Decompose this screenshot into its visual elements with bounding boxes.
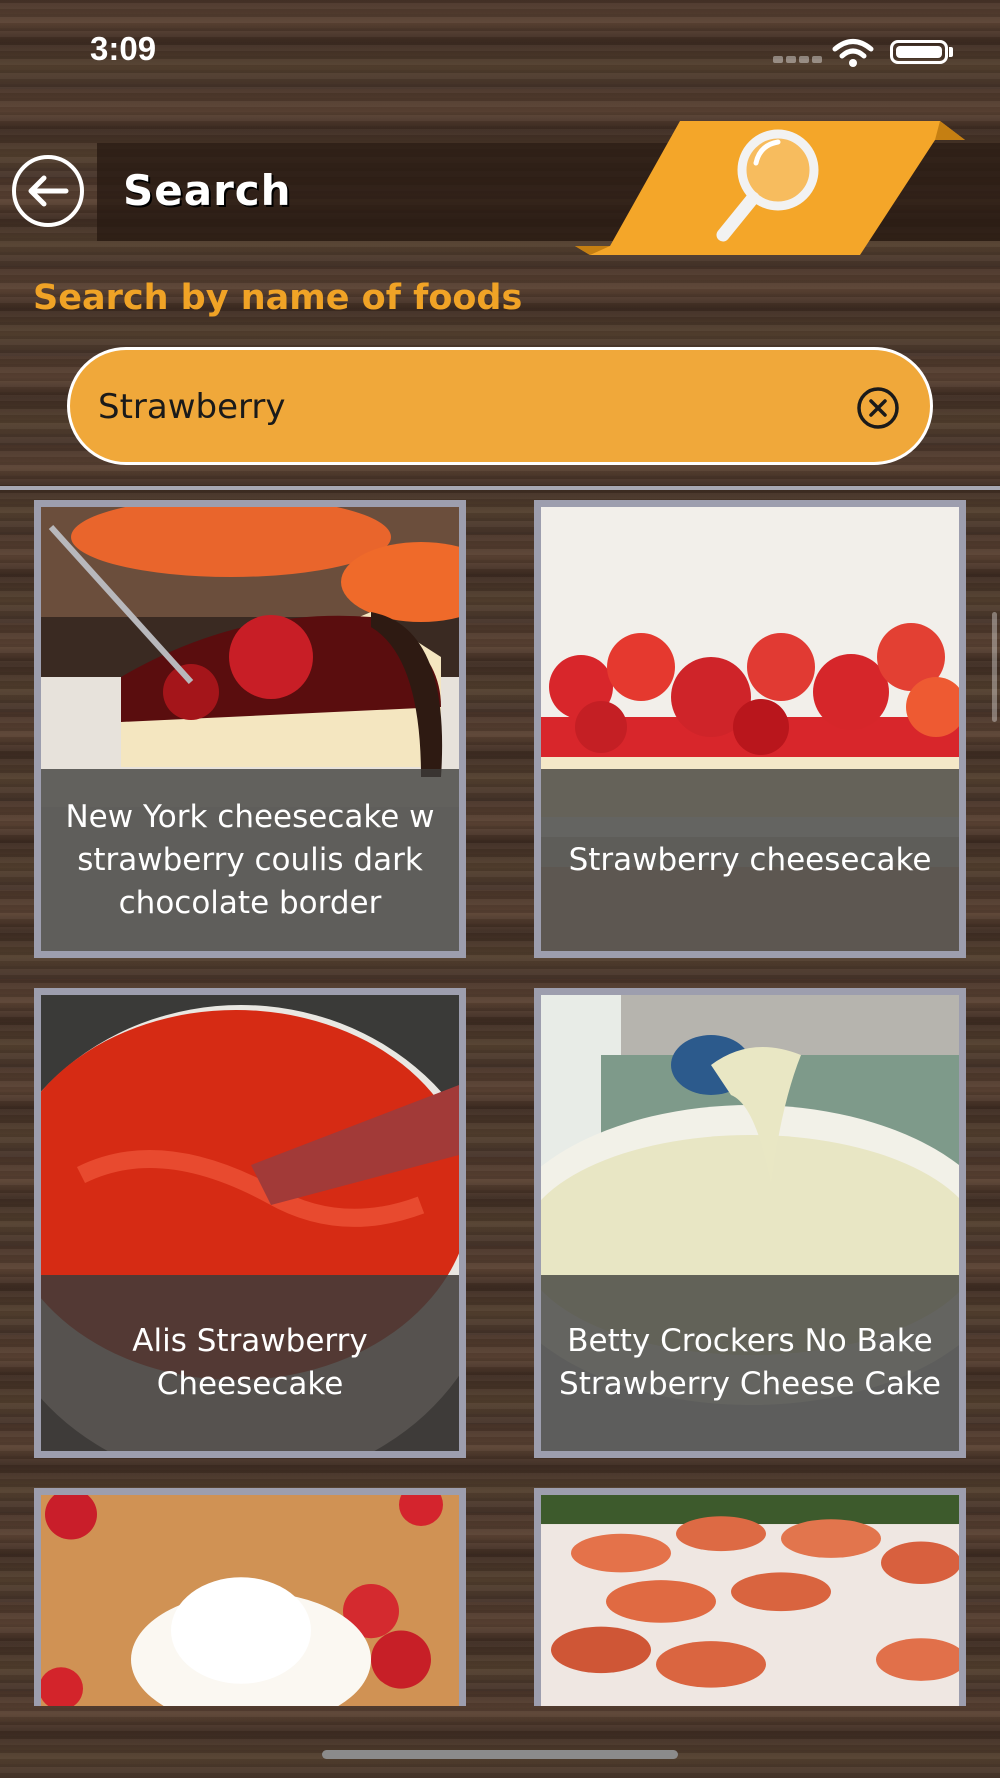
food-photo: [41, 1495, 459, 1706]
search-input[interactable]: [96, 350, 800, 464]
result-card[interactable]: Strawberry cheesecake: [534, 500, 966, 958]
search-subtitle: Search by name of foods: [33, 278, 523, 318]
cellular-signal-icon: [773, 56, 822, 63]
back-button[interactable]: [12, 155, 84, 227]
search-field: [67, 347, 933, 465]
result-card[interactable]: Alis Strawberry Cheesecake: [34, 988, 466, 1458]
result-name: Betty Crockers No Bake Strawberry Cheese…: [541, 1275, 959, 1451]
result-card[interactable]: [34, 1488, 466, 1706]
result-card[interactable]: Betty Crockers No Bake Strawberry Cheese…: [534, 988, 966, 1458]
result-name: Alis Strawberry Cheesecake: [41, 1275, 459, 1451]
result-card[interactable]: [534, 1488, 966, 1706]
result-card[interactable]: New York cheesecake w strawberry coulis …: [34, 500, 466, 958]
status-time: 3:09: [90, 30, 157, 67]
page-title: Search: [123, 166, 292, 215]
food-photo: [541, 1495, 959, 1706]
arrow-left-icon: [28, 175, 69, 207]
result-name: New York cheesecake w strawberry coulis …: [41, 769, 459, 951]
battery-tip: [949, 47, 953, 57]
wifi-icon: [832, 39, 874, 67]
status-bar: 3:09: [0, 0, 1000, 100]
divider: [0, 486, 1000, 490]
scrollbar[interactable]: [992, 612, 997, 722]
result-name: Strawberry cheesecake: [541, 769, 959, 951]
battery-icon: [890, 40, 948, 64]
search-banner-icon: [575, 121, 965, 255]
clear-search-icon[interactable]: [856, 386, 900, 430]
home-indicator[interactable]: [322, 1750, 678, 1759]
